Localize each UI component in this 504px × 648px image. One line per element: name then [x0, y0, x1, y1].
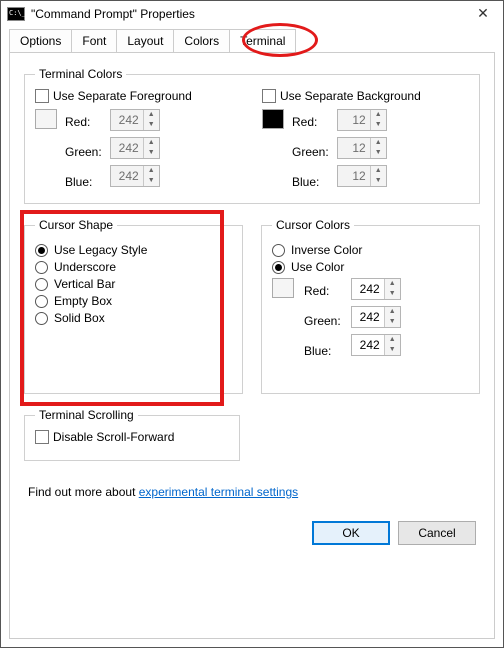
- cc-red-input[interactable]: [352, 279, 384, 299]
- terminal-scrolling-legend: Terminal Scrolling: [35, 408, 138, 422]
- cc-red-label: Red:: [304, 280, 341, 302]
- up-icon[interactable]: ▲: [385, 279, 400, 289]
- cc-green-spinner[interactable]: ▲▼: [351, 306, 401, 328]
- terminal-scrolling-group: Terminal Scrolling Disable Scroll-Forwar…: [24, 408, 240, 461]
- tab-panel-terminal: Terminal Colors Use Separate Foreground …: [9, 52, 495, 639]
- close-button[interactable]: ✕: [469, 5, 497, 22]
- bg-red-input[interactable]: [338, 110, 370, 130]
- bg-green-spinner[interactable]: ▲▼: [337, 137, 387, 159]
- fg-red-label: Red:: [65, 111, 102, 133]
- fg-green-label: Green:: [65, 141, 102, 163]
- bg-red-label: Red:: [292, 111, 329, 133]
- cc-red-spinner[interactable]: ▲▼: [351, 278, 401, 300]
- down-icon[interactable]: ▼: [371, 148, 386, 158]
- cc-blue-input[interactable]: [352, 335, 384, 355]
- info-prefix: Find out more about: [28, 485, 139, 499]
- titlebar: "Command Prompt" Properties ✕: [1, 1, 503, 26]
- info-line: Find out more about experimental termina…: [28, 485, 480, 499]
- separate-background-label: Use Separate Background: [280, 89, 421, 103]
- cursor-empty-label: Empty Box: [54, 294, 112, 308]
- down-icon[interactable]: ▼: [144, 148, 159, 158]
- bg-green-label: Green:: [292, 141, 329, 163]
- tab-options[interactable]: Options: [9, 29, 72, 52]
- terminal-colors-group: Terminal Colors Use Separate Foreground …: [24, 67, 480, 204]
- separate-foreground-label: Use Separate Foreground: [53, 89, 192, 103]
- cursor-vbar-label: Vertical Bar: [54, 277, 115, 291]
- tab-colors[interactable]: Colors: [173, 29, 230, 52]
- fg-green-input[interactable]: [111, 138, 143, 158]
- bg-green-input[interactable]: [338, 138, 370, 158]
- up-icon[interactable]: ▲: [371, 166, 386, 176]
- bg-blue-label: Blue:: [292, 171, 329, 193]
- down-icon[interactable]: ▼: [385, 345, 400, 355]
- down-icon[interactable]: ▼: [371, 176, 386, 186]
- disable-scrollfwd-checkbox[interactable]: [35, 430, 49, 444]
- bg-red-spinner[interactable]: ▲▼: [337, 109, 387, 131]
- foreground-swatch[interactable]: [35, 109, 57, 129]
- up-icon[interactable]: ▲: [371, 110, 386, 120]
- cmd-icon: [7, 7, 25, 21]
- cancel-button[interactable]: Cancel: [398, 521, 476, 545]
- cursor-inverse-label: Inverse Color: [291, 243, 362, 257]
- cursor-underscore-radio[interactable]: [35, 261, 48, 274]
- cc-green-input[interactable]: [352, 307, 384, 327]
- cursor-inverse-radio[interactable]: [272, 244, 285, 257]
- tab-layout[interactable]: Layout: [116, 29, 174, 52]
- background-swatch[interactable]: [262, 109, 284, 129]
- bg-blue-spinner[interactable]: ▲▼: [337, 165, 387, 187]
- fg-blue-input[interactable]: [111, 166, 143, 186]
- cursor-colors-group: Cursor Colors Inverse Color Use Color Re…: [261, 218, 480, 394]
- separate-foreground-checkbox[interactable]: [35, 89, 49, 103]
- cursor-usecolor-label: Use Color: [291, 260, 344, 274]
- down-icon[interactable]: ▼: [385, 289, 400, 299]
- up-icon[interactable]: ▲: [144, 138, 159, 148]
- cursor-color-swatch[interactable]: [272, 278, 294, 298]
- tab-strip: Options Font Layout Colors Terminal: [1, 26, 503, 52]
- window-title: "Command Prompt" Properties: [31, 7, 469, 21]
- up-icon[interactable]: ▲: [144, 166, 159, 176]
- fg-blue-spinner[interactable]: ▲▼: [110, 165, 160, 187]
- up-icon[interactable]: ▲: [385, 335, 400, 345]
- dialog-buttons: OK Cancel: [24, 513, 480, 545]
- cursor-shape-legend: Cursor Shape: [35, 218, 117, 232]
- up-icon[interactable]: ▲: [385, 307, 400, 317]
- bg-blue-input[interactable]: [338, 166, 370, 186]
- disable-scrollfwd-label: Disable Scroll-Forward: [53, 430, 174, 444]
- experimental-settings-link[interactable]: experimental terminal settings: [139, 485, 298, 499]
- tab-terminal[interactable]: Terminal: [229, 29, 296, 52]
- cursor-solid-label: Solid Box: [54, 311, 105, 325]
- down-icon[interactable]: ▼: [371, 120, 386, 130]
- ok-button[interactable]: OK: [312, 521, 390, 545]
- separate-background-checkbox[interactable]: [262, 89, 276, 103]
- fg-red-spinner[interactable]: ▲▼: [110, 109, 160, 131]
- cursor-empty-radio[interactable]: [35, 295, 48, 308]
- cc-blue-spinner[interactable]: ▲▼: [351, 334, 401, 356]
- cursor-shape-group: Cursor Shape Use Legacy Style Underscore…: [24, 218, 243, 394]
- down-icon[interactable]: ▼: [144, 120, 159, 130]
- cursor-solid-radio[interactable]: [35, 312, 48, 325]
- up-icon[interactable]: ▲: [144, 110, 159, 120]
- fg-blue-label: Blue:: [65, 171, 102, 193]
- tab-font[interactable]: Font: [71, 29, 117, 52]
- cursor-legacy-label: Use Legacy Style: [54, 243, 147, 257]
- properties-window: "Command Prompt" Properties ✕ Options Fo…: [0, 0, 504, 648]
- cursor-colors-legend: Cursor Colors: [272, 218, 354, 232]
- cursor-legacy-radio[interactable]: [35, 244, 48, 257]
- down-icon[interactable]: ▼: [144, 176, 159, 186]
- cursor-usecolor-radio[interactable]: [272, 261, 285, 274]
- cc-green-label: Green:: [304, 310, 341, 332]
- cursor-vbar-radio[interactable]: [35, 278, 48, 291]
- down-icon[interactable]: ▼: [385, 317, 400, 327]
- cc-blue-label: Blue:: [304, 340, 341, 362]
- fg-green-spinner[interactable]: ▲▼: [110, 137, 160, 159]
- cursor-underscore-label: Underscore: [54, 260, 116, 274]
- up-icon[interactable]: ▲: [371, 138, 386, 148]
- fg-red-input[interactable]: [111, 110, 143, 130]
- terminal-colors-legend: Terminal Colors: [35, 67, 126, 81]
